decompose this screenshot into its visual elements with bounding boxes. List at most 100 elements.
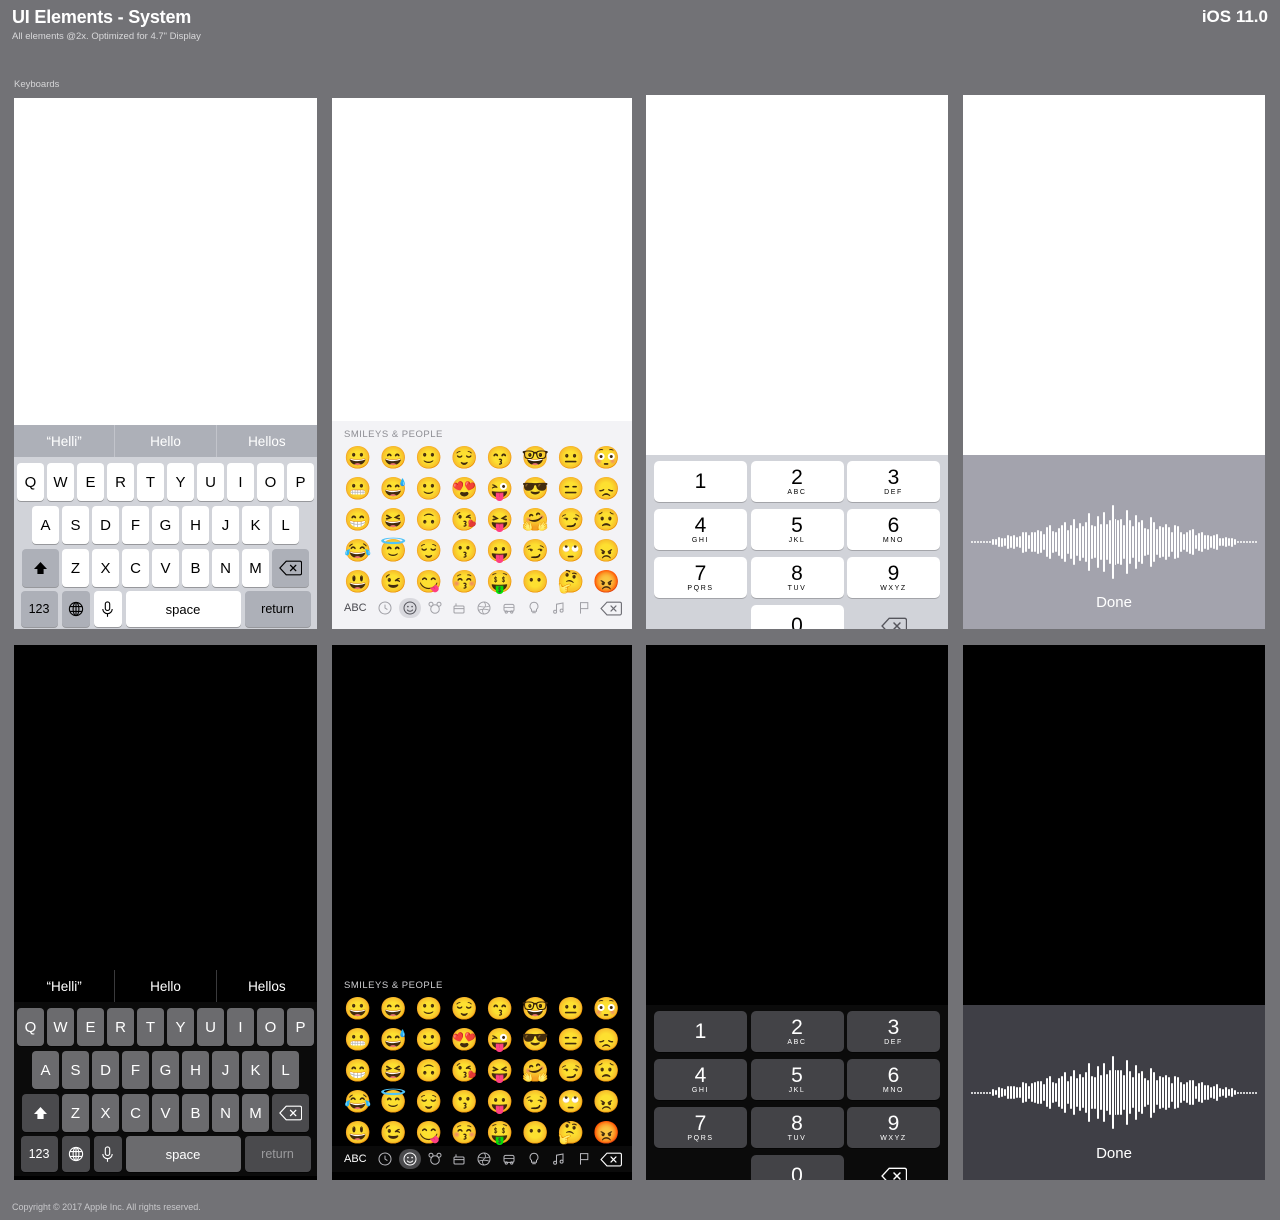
emoji-cell[interactable]: 🤔 xyxy=(553,568,589,595)
emoji-cell[interactable]: 😅 xyxy=(376,1026,412,1053)
emoji-tab-animals[interactable] xyxy=(422,598,447,618)
emoji-cell[interactable]: 😀 xyxy=(340,444,376,471)
emoji-tab-recents[interactable] xyxy=(373,1149,398,1169)
globe-key[interactable] xyxy=(61,591,90,627)
key-c[interactable]: C xyxy=(122,1094,149,1132)
emoji-cell[interactable]: 😜 xyxy=(482,1026,518,1053)
key-y[interactable]: Y xyxy=(167,1008,194,1046)
key-u[interactable]: U xyxy=(197,1008,224,1046)
suggestion-1[interactable]: Hello xyxy=(114,425,215,457)
key-w[interactable]: W xyxy=(47,1008,74,1046)
emoji-cell[interactable]: 😜 xyxy=(482,475,518,502)
emoji-cell[interactable]: 🙄 xyxy=(553,1088,589,1115)
text-area-light[interactable] xyxy=(14,98,317,425)
space-key[interactable]: space xyxy=(125,1136,241,1172)
key-k[interactable]: K xyxy=(242,506,269,544)
key-b[interactable]: B xyxy=(182,1094,209,1132)
key-y[interactable]: Y xyxy=(167,463,194,501)
key-m[interactable]: M xyxy=(242,1094,269,1132)
emoji-cell[interactable]: 😂 xyxy=(340,1088,376,1115)
numbers-key[interactable]: 123 xyxy=(20,1136,58,1172)
emoji-tab-travel[interactable] xyxy=(497,598,522,618)
text-area-emoji-light[interactable] xyxy=(332,98,632,421)
emoji-tab-flags[interactable] xyxy=(571,1149,596,1169)
shift-key[interactable] xyxy=(22,1094,59,1132)
emoji-tab-objects[interactable] xyxy=(522,1149,547,1169)
emoji-cell[interactable]: 😶 xyxy=(518,568,554,595)
key-j[interactable]: J xyxy=(212,1051,239,1089)
return-key[interactable]: return xyxy=(244,1136,311,1172)
emoji-tab-animals[interactable] xyxy=(422,1149,447,1169)
emoji-cell[interactable]: 😂 xyxy=(340,537,376,564)
emoji-tab-activity[interactable] xyxy=(472,598,497,618)
emoji-delete-button[interactable] xyxy=(596,601,626,616)
emoji-tab-food[interactable] xyxy=(447,598,472,618)
keypad-delete-button[interactable] xyxy=(847,605,940,629)
key-s[interactable]: S xyxy=(62,506,89,544)
keypad-key-0[interactable]: 0 xyxy=(750,1155,844,1180)
emoji-cell[interactable]: 😆 xyxy=(376,506,412,533)
emoji-cell[interactable]: 😠 xyxy=(589,1088,625,1115)
key-o[interactable]: O xyxy=(257,463,284,501)
emoji-cell[interactable]: 😟 xyxy=(589,1057,625,1084)
emoji-cell[interactable]: 😙 xyxy=(482,444,518,471)
emoji-tab-smileys[interactable] xyxy=(397,1149,422,1169)
emoji-abc-button[interactable]: ABC xyxy=(338,1153,373,1165)
emoji-cell[interactable]: 🙃 xyxy=(411,506,447,533)
emoji-cell[interactable]: 😛 xyxy=(482,1088,518,1115)
emoji-cell[interactable]: 😍 xyxy=(447,475,483,502)
keypad-key-7[interactable]: 7 PQRS xyxy=(654,1107,747,1148)
emoji-cell[interactable]: 😶 xyxy=(518,1119,554,1146)
key-u[interactable]: U xyxy=(197,463,224,501)
key-x[interactable]: X xyxy=(92,549,119,587)
emoji-cell[interactable]: 😐 xyxy=(553,995,589,1022)
emoji-cell[interactable]: 😞 xyxy=(589,475,625,502)
keypad-key-3[interactable]: 3 DEF xyxy=(847,1011,940,1052)
emoji-cell[interactable]: 😎 xyxy=(518,1026,554,1053)
key-d[interactable]: D xyxy=(92,1051,119,1089)
emoji-cell[interactable]: 😀 xyxy=(340,995,376,1022)
dictation-key[interactable] xyxy=(93,591,122,627)
shift-key[interactable] xyxy=(22,549,59,587)
emoji-cell[interactable]: 🤓 xyxy=(518,444,554,471)
key-b[interactable]: B xyxy=(182,549,209,587)
emoji-cell[interactable]: 🙂 xyxy=(411,1026,447,1053)
key-q[interactable]: Q xyxy=(17,463,44,501)
key-e[interactable]: E xyxy=(77,463,104,501)
emoji-cell[interactable]: 😡 xyxy=(589,1119,625,1146)
text-area-emoji-dark[interactable] xyxy=(332,645,632,972)
key-p[interactable]: P xyxy=(287,463,314,501)
key-l[interactable]: L xyxy=(272,506,299,544)
key-n[interactable]: N xyxy=(212,1094,239,1132)
emoji-cell[interactable]: 😏 xyxy=(518,1088,554,1115)
emoji-cell[interactable]: 😇 xyxy=(376,1088,412,1115)
emoji-cell[interactable]: 😳 xyxy=(589,995,625,1022)
emoji-tab-symbols[interactable] xyxy=(546,598,571,618)
emoji-cell[interactable]: 😝 xyxy=(482,506,518,533)
key-s[interactable]: S xyxy=(62,1051,89,1089)
key-a[interactable]: A xyxy=(32,1051,59,1089)
key-c[interactable]: C xyxy=(122,549,149,587)
keypad-key-6[interactable]: 6 MNO xyxy=(847,509,940,550)
keypad-key-3[interactable]: 3 DEF xyxy=(847,461,940,502)
emoji-cell[interactable]: 😌 xyxy=(411,537,447,564)
key-g[interactable]: G xyxy=(152,506,179,544)
emoji-cell[interactable]: 😌 xyxy=(411,1088,447,1115)
keypad-key-2[interactable]: 2 ABC xyxy=(750,461,844,502)
key-i[interactable]: I xyxy=(227,463,254,501)
emoji-cell[interactable]: 😍 xyxy=(447,1026,483,1053)
emoji-cell[interactable]: 😠 xyxy=(589,537,625,564)
key-r[interactable]: R xyxy=(107,463,134,501)
keypad-key-8[interactable]: 8 TUV xyxy=(750,557,844,598)
text-area-dark[interactable] xyxy=(14,645,317,970)
emoji-cell[interactable]: 😋 xyxy=(411,568,447,595)
emoji-tab-flags[interactable] xyxy=(571,598,596,618)
key-d[interactable]: D xyxy=(92,506,119,544)
emoji-cell[interactable]: 😘 xyxy=(447,506,483,533)
space-key[interactable]: space xyxy=(125,591,241,627)
key-j[interactable]: J xyxy=(212,506,239,544)
emoji-cell[interactable]: 😞 xyxy=(589,1026,625,1053)
emoji-delete-button[interactable] xyxy=(596,1152,626,1167)
emoji-cell[interactable]: 🤗 xyxy=(518,506,554,533)
key-v[interactable]: V xyxy=(152,549,179,587)
